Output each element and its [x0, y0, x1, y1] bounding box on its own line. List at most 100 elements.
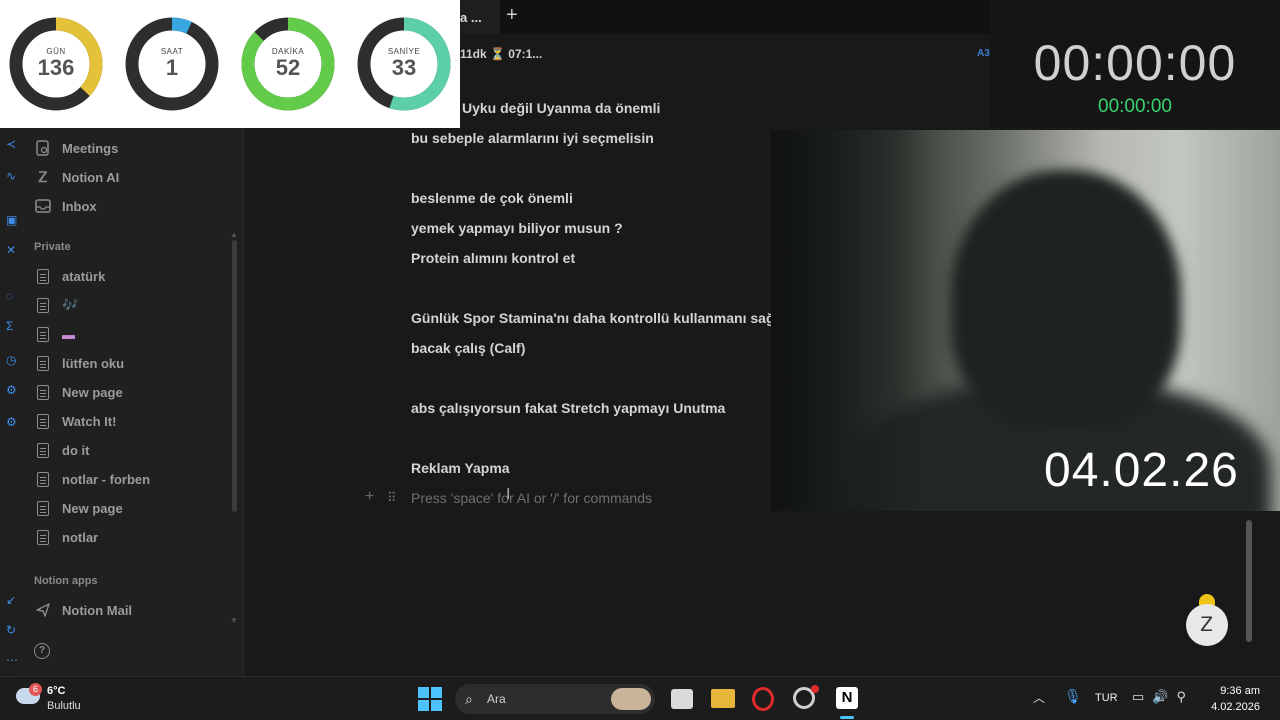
- windows-start-icon[interactable]: [418, 687, 442, 711]
- strip-icon[interactable]: ↻: [6, 624, 18, 636]
- scroll-up-arrow-icon[interactable]: ▲: [230, 230, 238, 239]
- drag-handle-icon[interactable]: ⠿: [387, 490, 396, 506]
- page-title: notlar: [62, 529, 99, 545]
- strip-icon[interactable]: ↙: [6, 594, 18, 606]
- document-line[interactable]: Protein alımını kontrol et: [411, 250, 575, 266]
- opera-icon[interactable]: [752, 687, 774, 711]
- notion-icon[interactable]: N: [836, 687, 858, 709]
- document-line[interactable]: bu sebeple alarmlarını iyi seçmelisin: [411, 130, 654, 146]
- inbox-icon: [34, 197, 52, 215]
- page-header: 11dk ⏳ 07:1... A3: [460, 40, 990, 70]
- help-icon[interactable]: ?: [34, 643, 50, 659]
- input-language[interactable]: TUR: [1095, 692, 1118, 704]
- sidebar-item-label: Inbox: [62, 198, 97, 214]
- left-app-strip: ≺ ∿ ▣ ✕ ◌ Σ ◷ ⚙ ⚙ ↙ ↻ ⋯: [0, 128, 20, 676]
- strip-icon[interactable]: ▣: [6, 214, 18, 226]
- document-line[interactable]: abs çalışıyorsun fakat Stretch yapmayı U…: [411, 400, 725, 416]
- document-line[interactable]: bacak çalış (Calf): [411, 340, 525, 356]
- page-icon: [34, 325, 52, 343]
- page-icon: [34, 499, 52, 517]
- file-explorer-icon[interactable]: [711, 689, 735, 708]
- active-app-indicator: [840, 716, 854, 719]
- strip-icon[interactable]: ⚙: [6, 416, 18, 428]
- page-title: New page: [62, 384, 123, 400]
- weather-desc[interactable]: Bulutlu: [47, 700, 81, 712]
- sidebar-page[interactable]: notlar: [34, 524, 98, 550]
- sidebar-item-label: Notion AI: [62, 169, 120, 185]
- clock-date[interactable]: 4.02.2026: [1196, 701, 1260, 713]
- notion-ai-icon: Ꮓ: [38, 168, 48, 185]
- ring-value: 52: [275, 55, 301, 80]
- scroll-down-arrow-icon[interactable]: ▼: [230, 616, 238, 625]
- breadcrumb[interactable]: 11dk ⏳ 07:1...: [460, 47, 542, 61]
- new-tab-button[interactable]: +: [506, 4, 518, 27]
- strip-icon[interactable]: ∿: [6, 170, 18, 182]
- countdown-ring: DAKİKA 52: [241, 17, 335, 111]
- header-badge[interactable]: A3: [977, 48, 990, 59]
- task-view-icon[interactable]: [671, 689, 693, 709]
- strip-icon[interactable]: ◌: [6, 290, 18, 302]
- microphone-icon[interactable]: 🎙: [1064, 688, 1082, 705]
- strip-icon[interactable]: ≺: [6, 138, 18, 150]
- page-icon: [34, 412, 52, 430]
- sidebar-page[interactable]: do it: [34, 437, 89, 463]
- main-scrollbar[interactable]: [1246, 520, 1252, 642]
- sidebar-item-meetings[interactable]: Meetings: [34, 135, 118, 161]
- tray-chevron-icon[interactable]: ︿: [1033, 689, 1045, 706]
- document-line[interactable]: Uyku değil Uyanma da önemli: [462, 100, 660, 116]
- sidebar-page[interactable]: New page: [34, 379, 123, 405]
- page-icon: [34, 267, 52, 285]
- taskbar: 6 6°C Bulutlu ⌕ Ara N ︿ 🎙 TUR ▭🔊⚲ 9:36 a…: [0, 676, 1280, 720]
- document-line[interactable]: yemek yapmayı biliyor musun ?: [411, 220, 623, 236]
- document-line[interactable]: beslenme de çok önemli: [411, 190, 573, 206]
- notion-ai-bubble-icon[interactable]: Ꮓ: [1186, 604, 1228, 646]
- sidebar-page[interactable]: ▬: [34, 321, 75, 347]
- sidebar-page[interactable]: 🎶: [34, 292, 78, 318]
- sidebar: Meetings Ꮓ Notion AI Inbox Private atatü…: [20, 128, 244, 676]
- strip-icon[interactable]: ◷: [6, 354, 18, 366]
- page-icon: [34, 354, 52, 372]
- sidebar-item-label: Meetings: [62, 140, 119, 156]
- document-line[interactable]: Reklam Yapma: [411, 460, 510, 476]
- page-title: notlar - forben: [62, 471, 151, 487]
- timer-widget: 00:00:00 00:00:00: [990, 0, 1280, 128]
- private-section-label: Private: [34, 241, 71, 253]
- sidebar-page[interactable]: atatürk: [34, 263, 105, 289]
- sidebar-page[interactable]: lütfen oku: [34, 350, 124, 376]
- sidebar-page[interactable]: Watch It!: [34, 408, 116, 434]
- sidebar-item-notion-ai[interactable]: Ꮓ Notion AI: [34, 164, 120, 190]
- screen: ≺ ∿ ▣ ✕ ◌ Σ ◷ ⚙ ⚙ ↙ ↻ ⋯ Meetings Ꮓ Notio…: [0, 0, 1280, 720]
- sidebar-item-inbox[interactable]: Inbox: [34, 193, 97, 219]
- empty-block-placeholder[interactable]: Press 'space' for AI or '/' for commands: [411, 490, 652, 506]
- document-line[interactable]: Günlük Spor Stamina'nı daha kontrollü ku…: [411, 310, 786, 326]
- strip-icon[interactable]: ⋯: [6, 654, 18, 666]
- page-icon: [34, 470, 52, 488]
- page-title: New page: [62, 500, 123, 516]
- countdown-ring: GÜN 136: [9, 17, 103, 111]
- search-placeholder: Ara: [487, 692, 506, 706]
- sidebar-page[interactable]: New page: [34, 495, 123, 521]
- taskbar-search[interactable]: ⌕ Ara: [455, 684, 655, 714]
- strip-icon[interactable]: ⚙: [6, 384, 18, 396]
- webcam-shadow: [771, 130, 931, 511]
- page-title: Watch It!: [62, 413, 117, 429]
- ring-value: 33: [391, 55, 417, 80]
- timer-sub: 00:00:00: [1098, 96, 1172, 117]
- strip-icon[interactable]: ✕: [6, 244, 18, 256]
- search-icon: ⌕: [465, 691, 473, 707]
- search-highlight-art: [611, 688, 651, 710]
- weather-temp[interactable]: 6°C: [47, 685, 65, 697]
- add-block-plus-icon[interactable]: +: [365, 488, 374, 506]
- clock-time[interactable]: 9:36 am: [1200, 685, 1260, 697]
- page-title: do it: [62, 442, 90, 458]
- sidebar-item-notion-mail[interactable]: Notion Mail: [34, 597, 132, 623]
- ring-value: 1: [165, 55, 179, 80]
- sidebar-scrollbar[interactable]: [232, 240, 237, 512]
- sidebar-page[interactable]: notlar - forben: [34, 466, 150, 492]
- strip-icon[interactable]: Σ: [6, 320, 18, 332]
- browser-tab[interactable]: a ...: [460, 0, 500, 34]
- countdown-widget: GÜN 136 SAAT 1 DAKİKA 52 SANİYE 33: [0, 0, 460, 128]
- send-icon: [34, 601, 52, 619]
- tray-status-icons[interactable]: ▭🔊⚲: [1132, 689, 1194, 705]
- text-cursor-icon: I: [506, 486, 511, 503]
